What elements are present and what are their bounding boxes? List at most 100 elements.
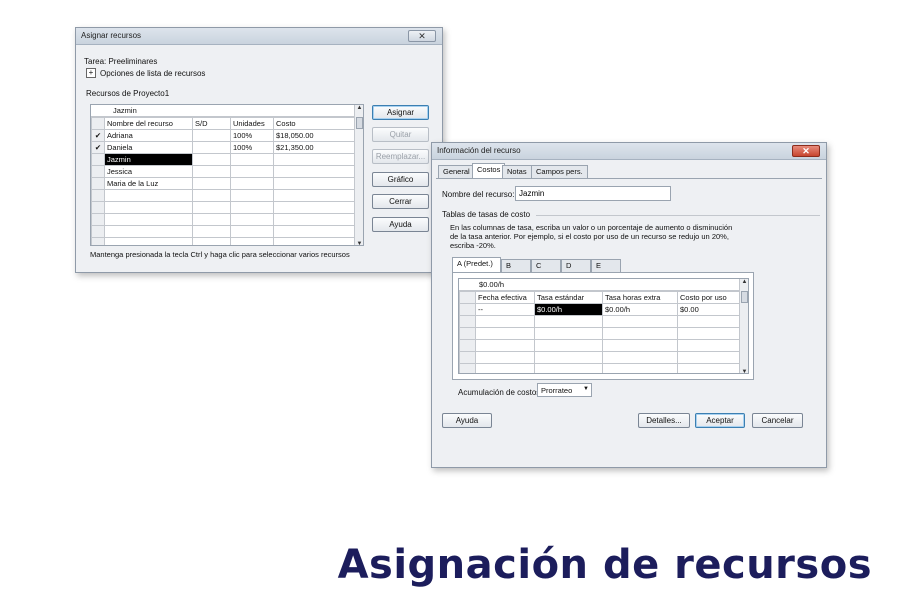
resource-cost-cell[interactable]	[273, 165, 356, 178]
table-row[interactable]: Maria de la Luz	[91, 177, 356, 190]
resource-cost-cell[interactable]: $21,350.00	[273, 141, 356, 154]
resource-table: Nombre del recurso S/D Unidades Costo ✔ …	[91, 117, 356, 245]
rate-table-header: Fecha efectiva Tasa estándar Tasa horas …	[459, 291, 741, 304]
resource-cost-cell[interactable]	[273, 153, 356, 166]
resource-edit-value: Jazmin	[113, 106, 137, 115]
table-row[interactable]: Jazmin	[91, 153, 356, 166]
col-header-units[interactable]: Unidades	[230, 117, 274, 130]
info-dialog-title: Información del recurso	[437, 146, 521, 155]
rate-edit-bar[interactable]: $0.00/h	[459, 279, 740, 291]
table-row[interactable]: ✔ Adriana 100% $18,050.00	[91, 129, 356, 142]
resource-group-label: Recursos de Proyecto1	[86, 89, 170, 98]
help-button[interactable]: Ayuda	[372, 217, 429, 232]
table-row-empty[interactable]	[459, 327, 741, 340]
resource-name-field[interactable]	[515, 186, 671, 201]
scroll-down-arrow-icon[interactable]: ▼	[355, 241, 363, 245]
rate-tab-d[interactable]: D	[561, 259, 591, 272]
assign-close-icon[interactable]: ✕	[408, 30, 436, 42]
close-button[interactable]: Cerrar	[372, 194, 429, 209]
resource-units-cell[interactable]	[230, 153, 274, 166]
resource-units-cell[interactable]	[230, 165, 274, 178]
resource-sd-cell[interactable]	[192, 129, 231, 142]
assign-button[interactable]: Asignar	[372, 105, 429, 120]
expand-options-icon[interactable]: +	[86, 68, 96, 78]
table-row[interactable]: -- $0.00/h $0.00/h $0.00	[459, 303, 741, 316]
tab-panel	[436, 178, 822, 179]
table-row-empty[interactable]	[459, 315, 741, 328]
replace-button[interactable]: Reemplazar...	[372, 149, 429, 164]
tab-costs[interactable]: Costos	[472, 163, 506, 178]
assigned-check-icon: ✔	[91, 141, 105, 154]
resource-grid: Jazmin Nombre del recurso S/D Unidades C…	[90, 104, 364, 246]
table-row-empty[interactable]	[459, 363, 741, 373]
cost-accrual-select[interactable]: Prorrateo ▼	[537, 383, 592, 397]
resource-units-cell[interactable]	[230, 177, 274, 190]
info-help-button[interactable]: Ayuda	[442, 413, 492, 428]
col-header-cost[interactable]: Costo	[273, 117, 356, 130]
graph-button[interactable]: Gráfico	[372, 172, 429, 187]
resource-cost-cell[interactable]	[273, 177, 356, 190]
info-close-icon[interactable]: ✕	[792, 145, 820, 157]
table-row-empty[interactable]	[91, 189, 356, 202]
row-header	[91, 153, 105, 166]
resource-units-cell[interactable]: 100%	[230, 141, 274, 154]
resource-name-cell[interactable]: Daniela	[104, 141, 193, 154]
scroll-thumb[interactable]	[741, 291, 748, 303]
overtime-rate-cell[interactable]: $0.00/h	[602, 303, 678, 316]
tab-general[interactable]: General	[438, 165, 475, 178]
rate-edit-value: $0.00/h	[479, 280, 505, 289]
col-header-standard-rate[interactable]: Tasa estándar	[534, 291, 603, 304]
resource-cost-cell[interactable]: $18,050.00	[273, 129, 356, 142]
col-header-effective-date[interactable]: Fecha efectiva	[475, 291, 535, 304]
scroll-down-arrow-icon[interactable]: ▼	[740, 369, 748, 373]
table-row[interactable]: ✔ Daniela 100% $21,350.00	[91, 141, 356, 154]
rate-table: Fecha efectiva Tasa estándar Tasa horas …	[459, 291, 741, 373]
resource-edit-bar[interactable]: Jazmin	[91, 105, 355, 117]
table-row-empty[interactable]	[459, 351, 741, 364]
effective-date-cell[interactable]: --	[475, 303, 535, 316]
rate-tab-c[interactable]: C	[531, 259, 561, 272]
table-row-empty[interactable]	[91, 225, 356, 238]
table-row-empty[interactable]	[91, 213, 356, 226]
rate-tab-e[interactable]: E	[591, 259, 621, 272]
standard-rate-cell-selected[interactable]: $0.00/h	[534, 303, 603, 316]
resource-name-cell[interactable]: Jessica	[104, 165, 193, 178]
chevron-down-icon[interactable]: ▼	[583, 386, 589, 392]
col-header-name[interactable]: Nombre del recurso	[104, 117, 193, 130]
ok-button[interactable]: Aceptar	[695, 413, 745, 428]
resource-name-cell[interactable]: Adriana	[104, 129, 193, 142]
per-use-cost-cell[interactable]: $0.00	[677, 303, 741, 316]
remove-button[interactable]: Quitar	[372, 127, 429, 142]
rate-tab-b[interactable]: B	[501, 259, 531, 272]
rate-grid-scrollbar[interactable]: ▲ ▼	[739, 279, 748, 373]
page-title: Asignación de recursos	[337, 542, 872, 588]
resource-name-cell[interactable]: Maria de la Luz	[104, 177, 193, 190]
info-dialog-titlebar: Información del recurso ✕	[432, 143, 826, 160]
table-row-empty[interactable]	[459, 339, 741, 352]
resource-sd-cell[interactable]	[192, 141, 231, 154]
scroll-thumb[interactable]	[356, 117, 363, 129]
scroll-up-arrow-icon[interactable]: ▲	[740, 279, 748, 285]
table-row-empty[interactable]	[91, 201, 356, 214]
rate-tables-label: Tablas de tasas de costo	[442, 210, 531, 219]
resource-sd-cell[interactable]	[192, 153, 231, 166]
row-header	[459, 303, 476, 316]
resource-name-cell-selected[interactable]: Jazmin	[104, 153, 193, 166]
scroll-up-arrow-icon[interactable]: ▲	[355, 105, 363, 111]
table-row-empty[interactable]	[91, 237, 356, 245]
col-header-per-use-cost[interactable]: Costo por uso	[677, 291, 741, 304]
table-row[interactable]: Jessica	[91, 165, 356, 178]
list-options-label[interactable]: Opciones de lista de recursos	[100, 69, 205, 78]
col-header-overtime-rate[interactable]: Tasa horas extra	[602, 291, 678, 304]
rate-tab-a[interactable]: A (Predet.)	[452, 257, 501, 272]
col-header-sd[interactable]: S/D	[192, 117, 231, 130]
resource-sd-cell[interactable]	[192, 165, 231, 178]
tab-notes[interactable]: Notas	[502, 165, 532, 178]
cost-accrual-label: Acumulación de costos:	[458, 388, 543, 397]
details-button[interactable]: Detalles...	[638, 413, 690, 428]
resource-units-cell[interactable]: 100%	[230, 129, 274, 142]
resource-grid-scrollbar[interactable]: ▲ ▼	[354, 105, 363, 245]
resource-sd-cell[interactable]	[192, 177, 231, 190]
cancel-button[interactable]: Cancelar	[752, 413, 803, 428]
tab-custom-fields[interactable]: Campos pers.	[531, 165, 588, 178]
